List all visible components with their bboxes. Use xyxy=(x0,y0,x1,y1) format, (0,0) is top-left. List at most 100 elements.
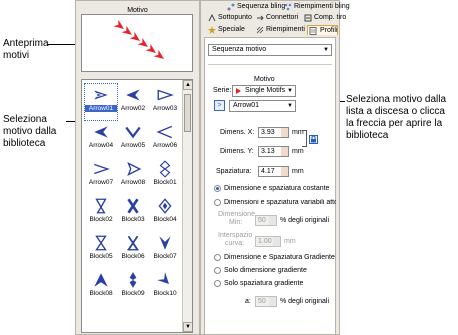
library-item[interactable]: Block10 xyxy=(149,269,181,305)
curve-gap-label: Interspazio xyxy=(218,232,253,239)
lock-proportions-icon[interactable] xyxy=(309,135,318,144)
library-item-label: Block05 xyxy=(89,253,113,260)
size-x-input[interactable]: 3.93 xyxy=(258,127,289,138)
radio-gradient-both-label: Dimensione e Spaziatura Gradiente xyxy=(224,254,335,261)
spacing-unit: mm xyxy=(292,168,304,175)
preview-arrow-icon xyxy=(153,49,164,60)
spinner-icon[interactable] xyxy=(281,128,288,137)
radio-constant-size[interactable] xyxy=(214,185,221,192)
library-item[interactable]: Block02 xyxy=(85,195,117,231)
radio-variable-size-label: Dimensioni e spaziatura variabili attorn… xyxy=(224,199,336,206)
arrow02-motif-icon xyxy=(126,89,140,101)
library-item[interactable]: Block06 xyxy=(117,232,149,268)
library-item[interactable]: Arrow07 xyxy=(85,158,117,194)
library-item-label: Arrow05 xyxy=(120,142,146,149)
library-item[interactable]: Arrow03 xyxy=(149,84,181,120)
library-item[interactable]: Block08 xyxy=(85,269,117,305)
tab-sequenza-bling[interactable]: Sequenza bling xyxy=(226,2,285,12)
chevron-down-icon: ▼ xyxy=(287,103,293,109)
spinner-icon[interactable] xyxy=(269,216,276,225)
profile-type-dropdown[interactable]: Sequenza motivo ▼ xyxy=(208,44,332,56)
curve-gap-unit: mm xyxy=(284,238,296,245)
profile-page-icon xyxy=(309,27,317,35)
size-y-input[interactable]: 3.13 xyxy=(258,146,289,157)
library-item[interactable]: Arrow06 xyxy=(149,121,181,157)
curve-gap-input[interactable]: 1.00 xyxy=(255,236,281,247)
scroll-up-icon[interactable]: ▲ xyxy=(183,80,192,90)
library-scrollbar[interactable]: ▲ ▼ xyxy=(182,80,192,332)
min-size-input[interactable]: 50 xyxy=(255,215,277,226)
gradient-to-suffix: % degli originali xyxy=(280,298,330,305)
library-item[interactable]: Arrow01 xyxy=(84,83,118,121)
motif-panel-title: Motivo xyxy=(127,7,148,14)
tab-riempimenti-bling[interactable]: Riempimenti bling xyxy=(283,2,350,12)
radio-gradient-size[interactable] xyxy=(214,267,221,274)
motif-dropdown[interactable]: Arrow01 ▼ xyxy=(229,100,296,112)
arrow01-motif-icon xyxy=(94,90,108,100)
serie-dropdown[interactable]: Single Motifs ▼ xyxy=(232,85,296,97)
library-item[interactable]: Arrow05 xyxy=(117,121,149,157)
gradient-to-input[interactable]: 50 xyxy=(255,296,277,307)
block01-motif-icon xyxy=(159,160,171,178)
min-size-suffix: % degli originali xyxy=(280,217,330,224)
spinner-icon[interactable] xyxy=(281,147,288,156)
radio-gradient-spacing[interactable] xyxy=(214,280,221,287)
library-item-label: Arrow04 xyxy=(88,142,114,149)
curve-gap-label-2: curva: xyxy=(225,240,245,247)
library-item-label: Arrow02 xyxy=(120,105,146,112)
radio-variable-size[interactable] xyxy=(214,199,221,206)
library-item[interactable]: Block03 xyxy=(117,195,149,231)
arrow05-motif-icon xyxy=(125,126,141,139)
block05-motif-icon xyxy=(95,235,107,251)
spacing-label: Spaziatura: xyxy=(216,168,252,175)
open-library-button[interactable]: > xyxy=(214,100,225,111)
spinner-icon[interactable] xyxy=(281,167,288,176)
tab-profili[interactable]: Profili xyxy=(307,25,338,35)
motif-group-title: Motivo xyxy=(254,76,275,83)
library-item[interactable]: Arrow02 xyxy=(117,84,149,120)
min-size-label: Dimensione xyxy=(218,211,255,218)
library-item[interactable]: Block09 xyxy=(117,269,149,305)
chevron-down-icon: ▼ xyxy=(323,47,329,53)
spinner-icon[interactable] xyxy=(273,237,280,246)
radio-constant-size-label: Dimensione e spaziatura costante xyxy=(224,185,330,192)
tab-speciale[interactable]: Speciale xyxy=(207,25,245,35)
library-item-label: Block08 xyxy=(89,290,113,297)
single-motif-icon xyxy=(235,87,243,99)
arrow03-motif-icon xyxy=(157,89,174,101)
block04-motif-icon xyxy=(158,198,172,214)
library-item-label: Block07 xyxy=(153,253,177,260)
tab-comp-tiro[interactable]: Comp. tiro xyxy=(303,13,346,23)
tab-connettori[interactable]: Connettori xyxy=(255,13,298,23)
library-item-label: Block01 xyxy=(153,179,177,186)
block03-motif-icon xyxy=(127,198,139,214)
block02-motif-icon xyxy=(95,198,107,214)
radio-gradient-both[interactable] xyxy=(214,254,221,261)
preview-arrow-icon xyxy=(145,43,156,54)
library-item[interactable]: Arrow04 xyxy=(85,121,117,157)
library-item[interactable]: Arrow08 xyxy=(117,158,149,194)
motif-preview-arrows-icon xyxy=(113,19,164,60)
serie-label: Serie: xyxy=(213,87,232,94)
gradient-to-label: a: xyxy=(245,298,251,305)
block07-motif-icon xyxy=(159,236,171,250)
library-item-label: Block04 xyxy=(153,216,177,223)
library-item[interactable]: Block01 xyxy=(149,158,181,194)
tab-riempimenti[interactable]: Riempimenti xyxy=(255,25,305,35)
spinner-icon[interactable] xyxy=(269,297,276,306)
library-item[interactable]: Block07 xyxy=(149,232,181,268)
library-item[interactable]: Block04 xyxy=(149,195,181,231)
motif-library-list[interactable]: Arrow01 Arrow02 Arrow03 Arrow04 Arrow05 Arrow… xyxy=(81,79,193,333)
library-item-label: Arrow07 xyxy=(88,179,114,186)
radio-gradient-size-label: Solo dimensione gradiente xyxy=(224,267,307,274)
scroll-thumb[interactable] xyxy=(184,94,191,132)
tab-sottopunto[interactable]: Sottopunto xyxy=(207,13,252,23)
arrow07-motif-icon xyxy=(94,163,110,175)
spacing-input[interactable]: 4.17 xyxy=(258,166,289,177)
preview-arrow-icon xyxy=(129,31,140,42)
library-item[interactable]: Block05 xyxy=(85,232,117,268)
library-item-label: Arrow06 xyxy=(152,142,178,149)
scroll-down-icon[interactable]: ▼ xyxy=(183,322,192,332)
pull-comp-icon xyxy=(304,14,312,22)
arrow04-motif-icon xyxy=(94,126,108,138)
